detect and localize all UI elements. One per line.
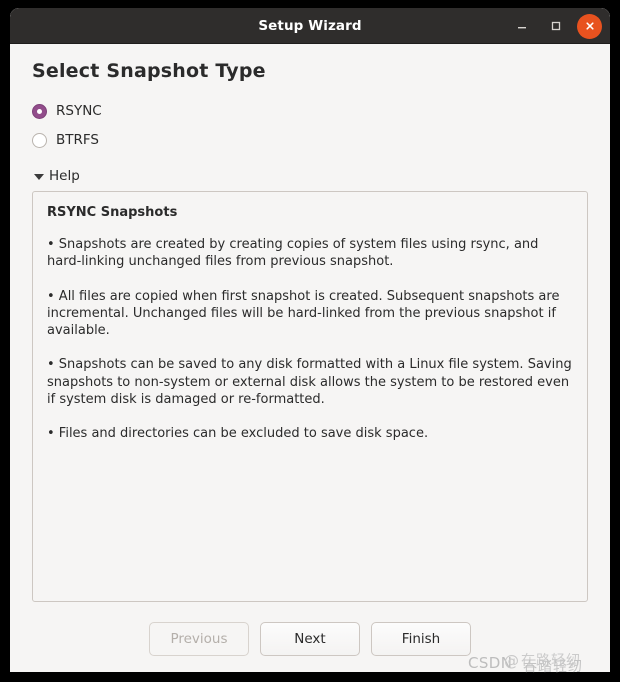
radio-option-rsync[interactable]: RSYNC [32,99,102,123]
help-paragraph: • All files are copied when first snapsh… [47,288,560,339]
radio-selected-icon[interactable] [32,103,47,119]
close-icon[interactable] [577,13,602,39]
triangle-down-icon [34,173,44,180]
setup-wizard-window: Setup Wizard Select Snapshot Type RSYNC … [10,8,610,672]
wizard-footer: Previous Next Finish [32,622,588,656]
finish-button[interactable]: Finish [371,622,471,656]
window-title: Setup Wizard [258,17,362,34]
next-button[interactable]: Next [260,622,360,656]
minimize-icon[interactable] [509,13,535,39]
radio-label-rsync: RSYNC [56,103,102,119]
previous-button[interactable]: Previous [149,622,249,656]
help-expander-label: Help [49,168,80,184]
help-paragraph: • Files and directories can be excluded … [47,426,429,442]
maximize-icon[interactable] [543,13,569,39]
radio-unselected-icon[interactable] [32,132,47,148]
wizard-content: Select Snapshot Type RSYNC BTRFS Help RS… [10,44,610,672]
screen: Setup Wizard Select Snapshot Type RSYNC … [0,0,620,682]
radio-option-btrfs[interactable]: BTRFS [32,128,99,152]
window-controls [509,8,602,44]
snapshot-type-radio-group: RSYNC BTRFS [32,99,588,152]
help-expander[interactable]: Help [32,167,82,185]
help-paragraph: • Snapshots are created by creating copi… [47,237,539,270]
help-panel: RSYNC Snapshots • Snapshots are created … [32,191,588,602]
page-title: Select Snapshot Type [32,60,266,82]
radio-label-btrfs: BTRFS [56,132,99,148]
titlebar[interactable]: Setup Wizard [10,8,610,44]
help-paragraph: • Snapshots can be saved to any disk for… [47,357,572,407]
help-heading: RSYNC Snapshots [47,205,178,220]
